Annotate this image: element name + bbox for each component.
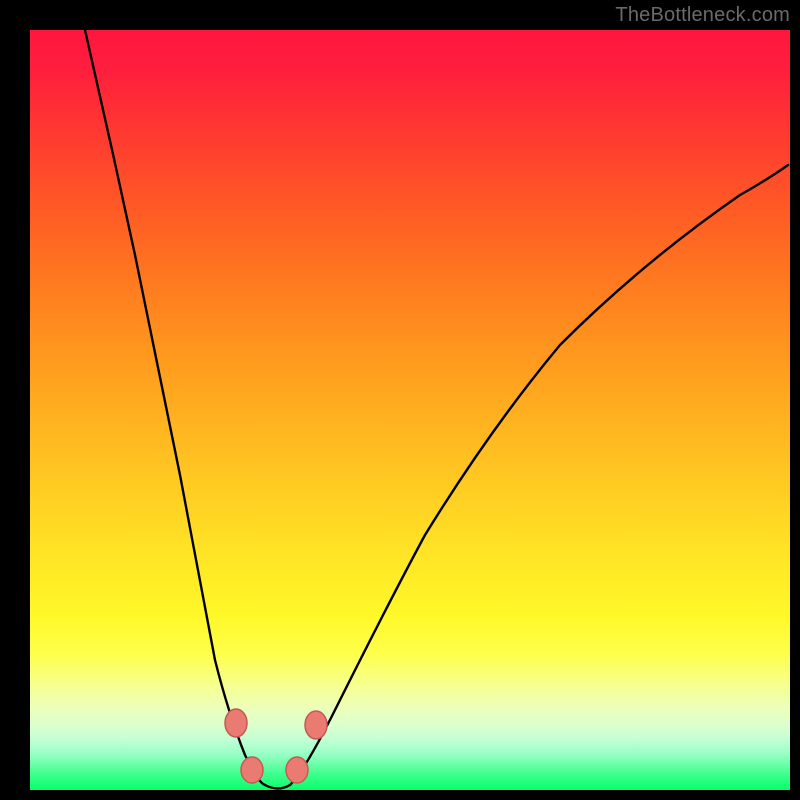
- watermark-text: TheBottleneck.com: [615, 4, 790, 27]
- curve-valley-floor: [265, 785, 290, 789]
- curve-left-branch: [85, 30, 265, 785]
- marker-left-lower: [241, 757, 263, 783]
- chart-svg: [30, 30, 790, 790]
- curve-right-branch: [290, 165, 788, 785]
- marker-right-upper: [305, 711, 327, 739]
- marker-left-upper: [225, 709, 247, 737]
- marker-right-lower: [286, 757, 308, 783]
- chart-frame: [30, 30, 790, 790]
